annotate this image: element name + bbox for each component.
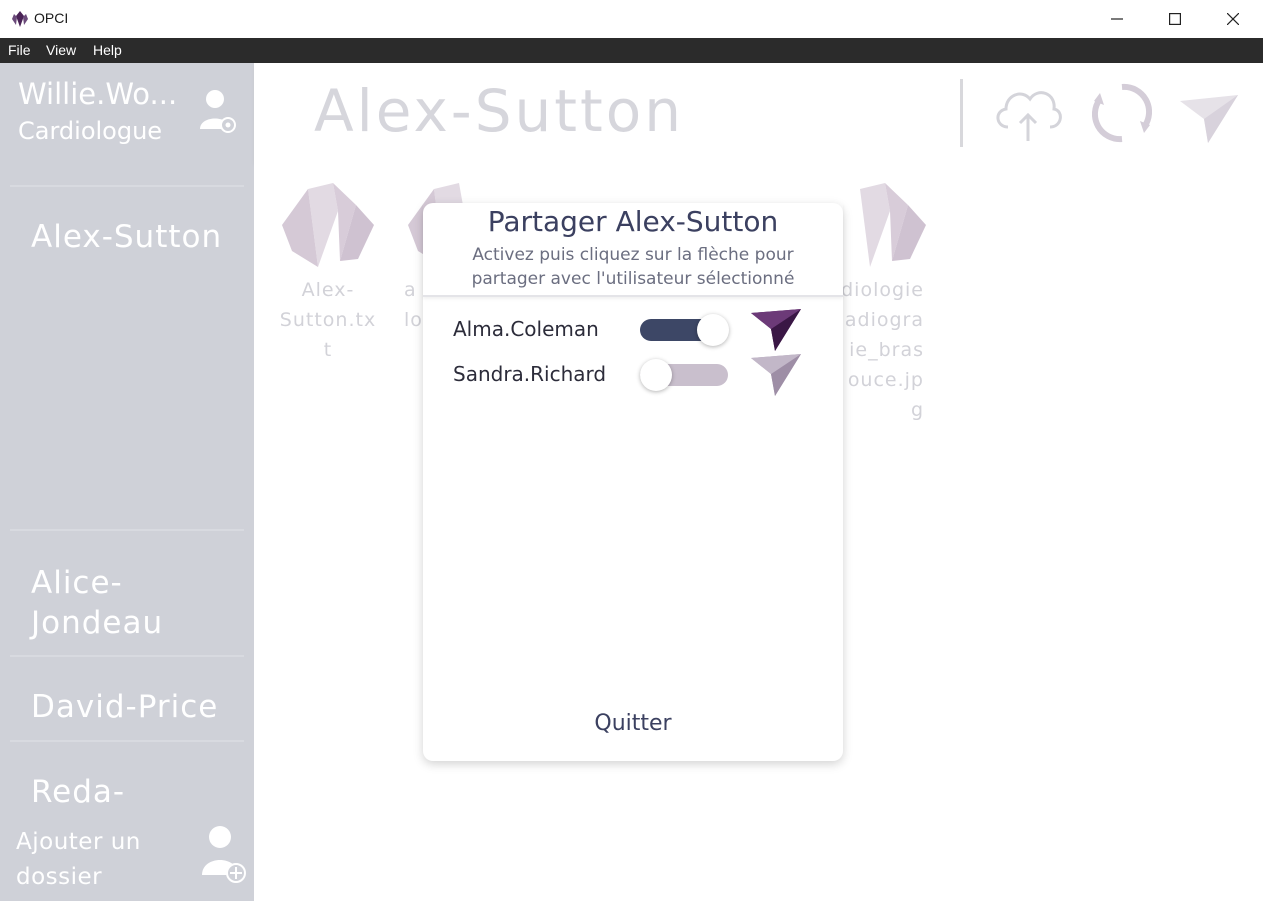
- add-folder-label: Ajouter un dossier: [16, 829, 141, 890]
- file-item[interactable]: rdiologie adiogra ie_bras ouce.jp g: [828, 181, 932, 425]
- sidebar-divider: [10, 740, 244, 742]
- share-user-name: Alma.Coleman: [453, 317, 599, 341]
- cloud-upload-icon[interactable]: [990, 81, 1066, 143]
- close-icon: [1227, 13, 1239, 25]
- minimize-icon: [1111, 18, 1123, 20]
- sidebar-folder-reda[interactable]: Reda-: [31, 772, 125, 812]
- sidebar: Willie.Wo... Cardiologue Alex-Sutton Ali…: [0, 63, 254, 901]
- share-row: Sandra.Richard: [423, 354, 843, 398]
- share-user-name: Sandra.Richard: [453, 362, 607, 386]
- main-header: Alex-Sutton: [254, 63, 1263, 163]
- toggle-knob: [697, 314, 729, 346]
- user-name: Willie.Wo...: [18, 77, 178, 111]
- send-share-icon[interactable]: [749, 352, 805, 398]
- maximize-icon: [1169, 13, 1181, 25]
- share-row: Alma.Coleman: [423, 309, 843, 353]
- menu-view[interactable]: View: [46, 42, 76, 58]
- sidebar-folder-david-price[interactable]: David-Price: [31, 687, 218, 727]
- dialog-header: Partager Alex-Sutton Activez puis clique…: [423, 203, 843, 297]
- maximize-button[interactable]: [1146, 0, 1204, 38]
- crystal-file-icon: [282, 183, 374, 267]
- minimize-button[interactable]: [1088, 0, 1146, 38]
- page-title: Alex-Sutton: [314, 77, 685, 145]
- user-settings-icon[interactable]: [196, 87, 238, 137]
- file-name: Alex- Sutton.txt: [279, 279, 377, 361]
- add-folder-button[interactable]: Ajouter un dossier: [0, 815, 254, 901]
- sidebar-divider: [10, 655, 244, 657]
- share-dialog: Partager Alex-Sutton Activez puis clique…: [423, 203, 843, 761]
- toggle-knob: [640, 359, 672, 391]
- user-add-icon: [202, 826, 246, 883]
- send-icon[interactable]: [1178, 91, 1240, 145]
- menu-file[interactable]: File: [8, 42, 31, 58]
- sidebar-folder-alice-jondeau[interactable]: Alice- Jondeau: [31, 563, 163, 643]
- user-role: Cardiologue: [18, 117, 163, 145]
- header-divider: [960, 79, 963, 147]
- share-toggle[interactable]: [640, 359, 730, 391]
- close-button[interactable]: [1204, 0, 1262, 38]
- refresh-icon[interactable]: [1092, 81, 1152, 145]
- sidebar-folder-alex-sutton[interactable]: Alex-Sutton: [31, 217, 222, 257]
- quit-button[interactable]: Quitter: [423, 711, 843, 736]
- dialog-subtitle: Activez puis cliquez sur la flèche pour …: [471, 245, 795, 289]
- file-item[interactable]: Alex- Sutton.txt: [276, 181, 380, 365]
- app-logo-icon: [12, 11, 28, 27]
- send-share-icon[interactable]: [749, 307, 805, 353]
- menu-bar: File View Help: [0, 38, 1263, 63]
- sidebar-divider: [10, 529, 244, 531]
- sidebar-divider: [10, 185, 244, 187]
- menu-help[interactable]: Help: [93, 42, 122, 58]
- crystal-file-icon: [860, 183, 926, 267]
- window-title: OPCI: [34, 10, 69, 26]
- dialog-title: Partager Alex-Sutton: [487, 205, 779, 238]
- title-bar: OPCI: [0, 0, 1263, 38]
- share-toggle[interactable]: [640, 314, 730, 346]
